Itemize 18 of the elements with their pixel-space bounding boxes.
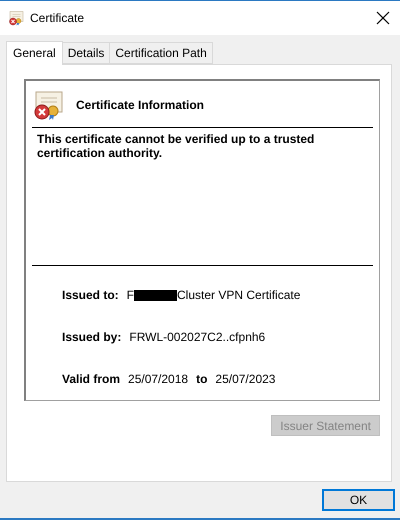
date-value: 25/07/2018 — [128, 372, 188, 386]
ok-button[interactable]: OK — [322, 489, 395, 511]
field-value: F — [126, 288, 134, 302]
redaction-bar — [134, 290, 178, 300]
close-icon[interactable] — [374, 9, 392, 27]
field-label: Issued to: — [62, 288, 119, 302]
tab[interactable]: General — [6, 41, 63, 65]
tab[interactable]: Certification Path — [109, 42, 213, 64]
field-value: FRWL-002027C2..cfpnh6 — [129, 330, 266, 344]
tab[interactable]: Details — [62, 42, 110, 64]
field-label: Issued by: — [62, 330, 122, 344]
field-label: Valid from — [62, 372, 120, 386]
warning-message: This certificate cannot be verified up to a trusted certification authority. — [36, 131, 316, 160]
window-title: Certificate — [30, 11, 86, 25]
field-value: Cluster VPN Certificate — [177, 288, 300, 302]
info-heading: Certificate Information — [76, 98, 204, 112]
date-value: 25/07/2023 — [215, 372, 276, 386]
to-label: to — [196, 372, 208, 386]
